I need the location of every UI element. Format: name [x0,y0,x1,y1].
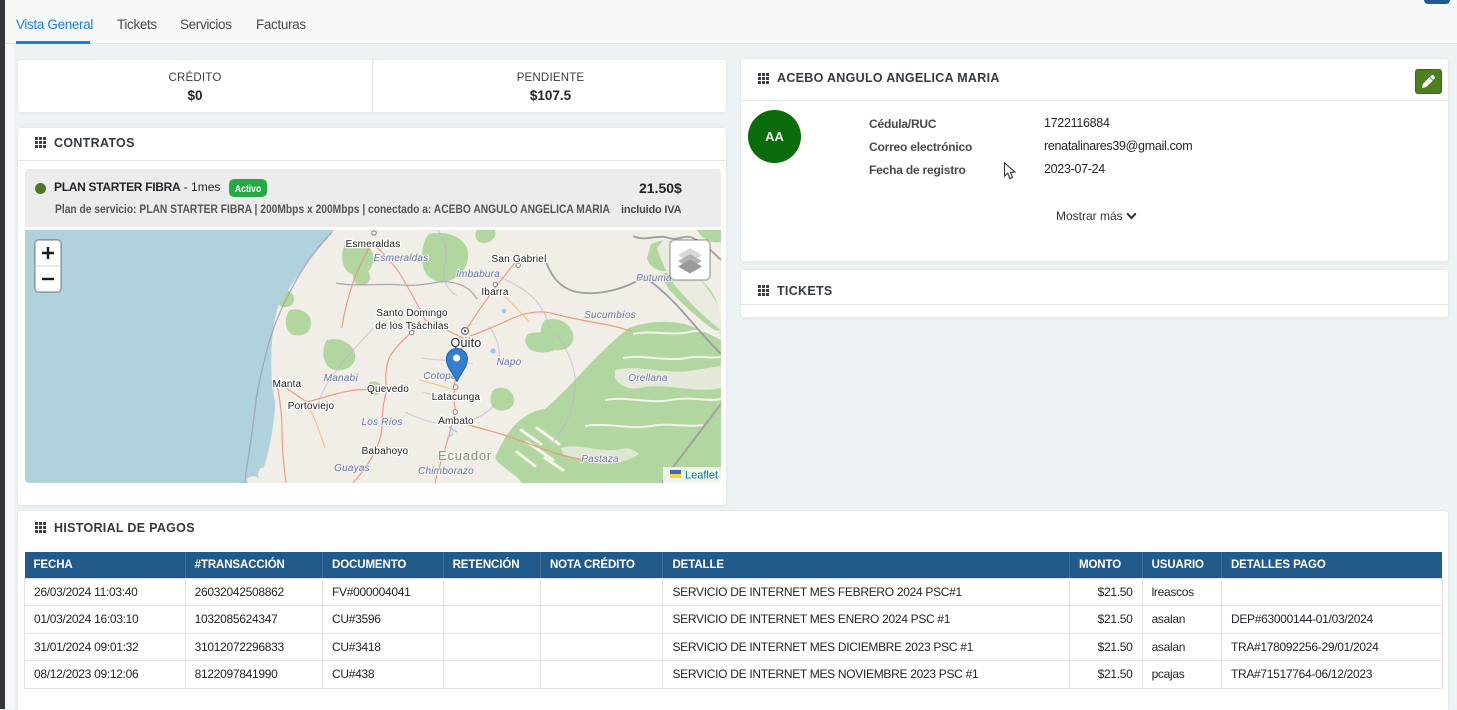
svg-text:Sucumbíos: Sucumbíos [584,310,636,321]
svg-text:San Gabriel: San Gabriel [491,254,546,265]
svg-text:Orellana: Orellana [628,373,668,384]
svg-text:Pastaza: Pastaza [581,454,619,465]
svg-text:de los Tsáchilas: de los Tsáchilas [375,321,449,332]
svg-text:Napo: Napo [497,357,522,368]
svg-text:Manabí: Manabí [324,373,360,384]
svg-text:Manta: Manta [273,379,302,390]
svg-text:Santo Domingo: Santo Domingo [376,308,448,319]
svg-text:Quevedo: Quevedo [367,384,409,395]
svg-text:Leaflet: Leaflet [685,470,718,482]
svg-text:Los Ríos: Los Ríos [361,417,402,428]
svg-text:Guayas: Guayas [334,463,370,474]
svg-text:Ibarra: Ibarra [481,287,509,298]
svg-text:Chimborazo: Chimborazo [418,466,474,477]
svg-text:Esmeraldas: Esmeraldas [346,239,401,250]
svg-text:Latacunga: Latacunga [432,392,481,403]
svg-text:Esmeraldas: Esmeraldas [374,253,429,264]
svg-text:Quito: Quito [451,336,482,350]
svg-text:Portoviejo: Portoviejo [288,401,335,412]
svg-text:Ecuador: Ecuador [438,448,492,463]
svg-text:Babahoyo: Babahoyo [362,446,409,457]
svg-text:Imbabura: Imbabura [456,269,500,280]
svg-text:Putuma: Putuma [636,273,672,284]
svg-text:Ambato: Ambato [438,416,474,427]
